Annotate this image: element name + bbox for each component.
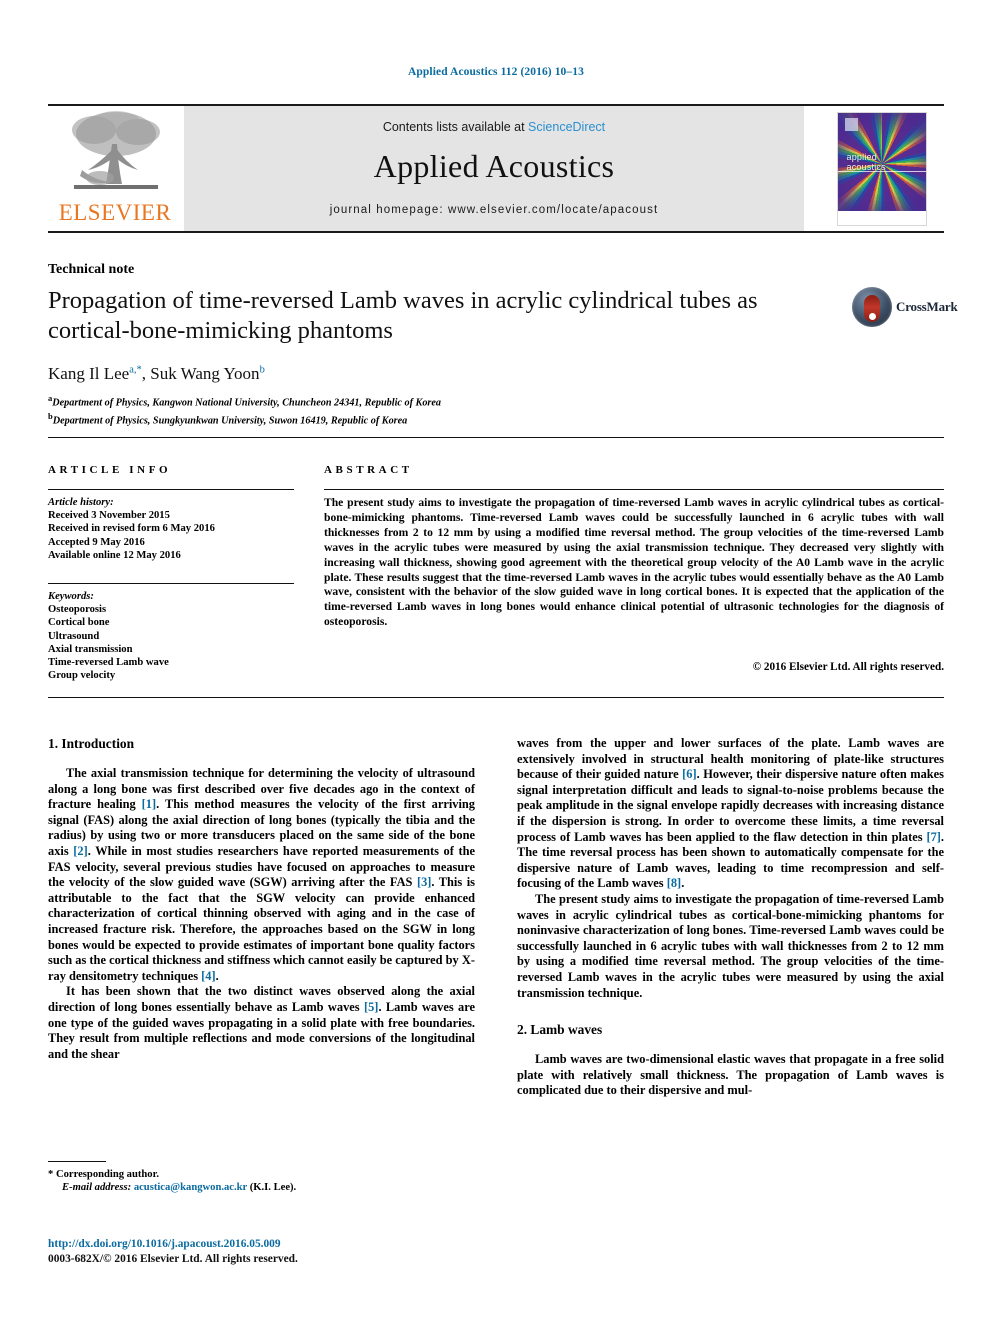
cover-line-2: acoustics	[846, 161, 886, 172]
history-item: Received 3 November 2015	[48, 510, 170, 522]
affiliation-text-b: Department of Physics, Sungkyunkwan Univ…	[52, 415, 408, 427]
article-info-heading: ARTICLE INFO	[48, 464, 172, 476]
text-run: .	[215, 968, 219, 983]
divider-abstract-top	[324, 489, 944, 490]
contents-prefix: Contents lists available at	[382, 120, 529, 134]
citation-ref-2[interactable]: [2]	[73, 844, 87, 858]
affiliation-b: bDepartment of Physics, Sungkyunkwan Uni…	[48, 410, 748, 428]
divider-title-bottom	[48, 437, 944, 438]
copyright-line: © 2016 Elsevier Ltd. All rights reserved…	[752, 661, 944, 673]
citation-ref-3[interactable]: [3]	[417, 875, 431, 889]
abstract-text: The present study aims to investigate th…	[324, 496, 944, 629]
email-note: E-mail address: acustica@kangwon.ac.kr (…	[48, 1181, 478, 1194]
citation-ref-6[interactable]: [6]	[682, 767, 696, 781]
paragraph-right-2: The present study aims to investigate th…	[517, 891, 944, 1000]
keyword-item: Group velocity	[48, 670, 116, 682]
section-heading-lamb-waves: 2. Lamb waves	[517, 1022, 603, 1038]
author-list: Kang Il Leea,*, Suk Wang Yoonb	[48, 364, 265, 383]
body-column-right: waves from the upper and lower surfaces …	[517, 736, 944, 1099]
crossmark-badge[interactable]: CrossMark	[852, 285, 958, 337]
footnote-divider	[48, 1161, 106, 1162]
citation-ref-8[interactable]: [8]	[667, 876, 681, 890]
cover-publisher-badge	[844, 117, 858, 131]
paragraph-right-3: Lamb waves are two-dimensional elastic w…	[517, 1052, 944, 1098]
keyword-item: Axial transmission	[48, 643, 133, 655]
crossmark-label: CrossMark	[896, 299, 958, 314]
journal-cover-thumbnail: applied acoustics	[819, 106, 944, 231]
text-run: . While in most studies researchers have…	[48, 843, 475, 890]
keyword-item: Cortical bone	[48, 617, 110, 629]
paragraph-right-1: waves from the upper and lower surfaces …	[517, 736, 944, 892]
elsevier-tree-icon	[60, 108, 172, 200]
affiliation-text-a: Department of Physics, Kangwon National …	[52, 397, 442, 409]
keywords-title: Keywords:	[48, 591, 94, 602]
corresponding-label: Corresponding author.	[53, 1169, 159, 1180]
masthead-center-panel: Contents lists available at ScienceDirec…	[184, 106, 804, 231]
section-heading-introduction: 1. Introduction	[48, 736, 135, 751]
article-type-label: Technical note	[48, 262, 135, 277]
cover-line-1: applied	[846, 151, 877, 162]
footnote-block: * Corresponding author. E-mail address: …	[48, 1168, 478, 1195]
email-link[interactable]: acustica@kangwon.ac.kr	[134, 1182, 247, 1193]
journal-homepage[interactable]: journal homepage: www.elsevier.com/locat…	[184, 204, 804, 216]
citation-ref-4[interactable]: [4]	[201, 969, 215, 983]
elsevier-logo: ELSEVIER	[48, 106, 182, 231]
divider-info-middle	[48, 583, 294, 584]
paragraph-intro-1: The axial transmission technique for det…	[48, 766, 475, 984]
elsevier-wordmark: ELSEVIER	[58, 200, 172, 225]
journal-article-page: Applied Acoustics 112 (2016) 10–13 ELSEV…	[0, 0, 992, 1323]
text-run: . This is attributable to the fact that …	[48, 875, 475, 983]
paragraph-intro-2: It has been shown that the two distinct …	[48, 984, 475, 1062]
article-history-title: Article history:	[48, 497, 114, 508]
article-history: Article history: Received 3 November 201…	[48, 496, 298, 562]
sciencedirect-link[interactable]: ScienceDirect	[528, 120, 605, 134]
citation-ref-5[interactable]: [5]	[364, 1000, 378, 1014]
citation-ref-1[interactable]: [1]	[142, 797, 156, 811]
affiliation-list: aDepartment of Physics, Kangwon National…	[48, 392, 748, 428]
crossmark-icon	[852, 287, 892, 327]
issn-copyright-line: 0003-682X/© 2016 Elsevier Ltd. All right…	[48, 1253, 298, 1265]
running-head: Applied Acoustics 112 (2016) 10–13	[408, 66, 584, 78]
citation-ref-7[interactable]: [7]	[926, 830, 940, 844]
journal-title: Applied Acoustics	[373, 148, 615, 184]
body-column-left: 1. Introduction The axial transmission t…	[48, 736, 475, 1062]
doi-link[interactable]: http://dx.doi.org/10.1016/j.apacoust.201…	[48, 1237, 478, 1252]
contents-line: Contents lists available at ScienceDirec…	[184, 120, 804, 134]
keyword-list: Keywords: Osteoporosis Cortical bone Ult…	[48, 590, 298, 682]
journal-masthead: ELSEVIER Contents lists available at Sci…	[48, 104, 944, 233]
corresponding-author-note: * Corresponding author.	[48, 1168, 478, 1181]
email-label: E-mail address:	[62, 1182, 132, 1194]
divider-abstract-bottom	[48, 697, 944, 698]
keyword-item: Osteoporosis	[48, 604, 107, 616]
text-run: .	[681, 876, 685, 891]
history-item: Received in revised form 6 May 2016	[48, 523, 215, 535]
page-title: Propagation of time-reversed Lamb waves …	[48, 287, 758, 344]
cover-title-text: applied acoustics	[847, 152, 886, 172]
keyword-item: Time-reversed Lamb wave	[48, 657, 169, 669]
history-item: Available online 12 May 2016	[48, 549, 181, 561]
divider-info-top	[48, 489, 294, 490]
keyword-item: Ultrasound	[48, 630, 100, 642]
history-item: Accepted 9 May 2016	[48, 536, 145, 548]
abstract-heading: ABSTRACT	[324, 464, 413, 476]
email-suffix: (K.I. Lee).	[247, 1182, 297, 1194]
affiliation-a: aDepartment of Physics, Kangwon National…	[48, 392, 748, 410]
